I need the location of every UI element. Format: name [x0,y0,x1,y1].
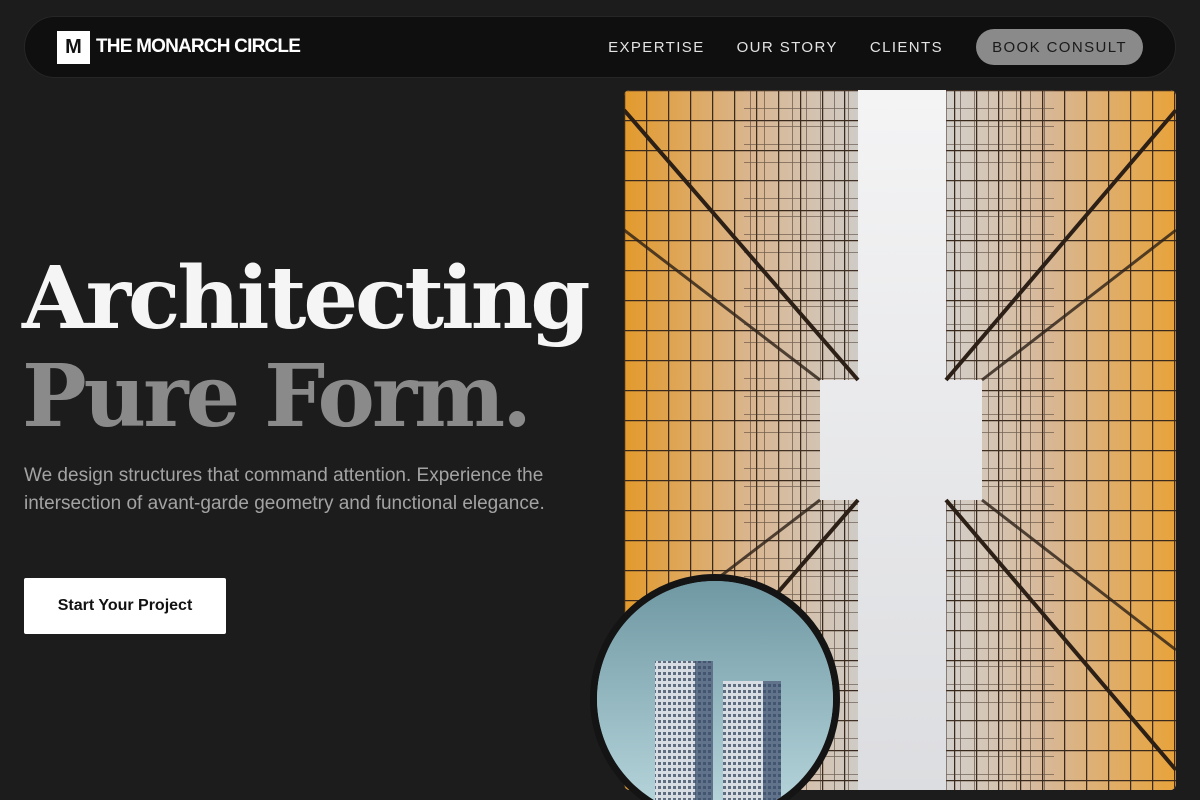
headline-line-1: Architecting [22,248,590,349]
book-consult-button[interactable]: BOOK CONSULT [976,29,1143,65]
brand-name: THE MONARCH CIRCLE [96,36,301,57]
brand-logo[interactable]: M THE MONARCH CIRCLE [57,30,301,64]
top-navbar: M THE MONARCH CIRCLE EXPERTISE OUR STORY… [24,16,1176,78]
hero-subtext: We design structures that command attent… [24,465,545,514]
nav-link-clients[interactable]: CLIENTS [870,39,943,56]
nav-link-expertise[interactable]: EXPERTISE [608,39,705,56]
start-project-button[interactable]: Start Your Project [24,578,226,634]
nav-link-our-story[interactable]: OUR STORY [737,39,838,56]
logo-mark: M [57,30,90,64]
twin-towers-illustration [597,581,833,800]
hero-headline: Architecting Pure Form. [22,248,590,447]
headline-line-2: Pure Form. [22,346,532,447]
nav-links: EXPERTISE OUR STORY CLIENTS BOOK CONSULT [576,29,1143,65]
